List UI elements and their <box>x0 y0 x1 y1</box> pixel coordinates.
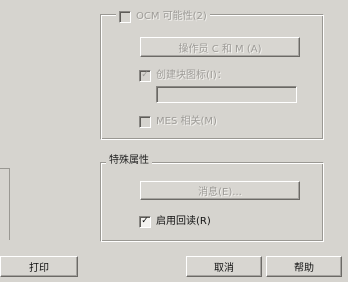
message-button[interactable]: 消息(E)... <box>140 181 300 200</box>
mes-checkbox[interactable] <box>139 116 151 128</box>
create-icon-checkbox[interactable]: ✓ <box>139 70 151 82</box>
mes-row[interactable]: MES 相关(M) <box>139 115 217 129</box>
readback-label: 启用回读(R) <box>156 216 211 227</box>
special-attributes-group <box>100 162 324 242</box>
cancel-button[interactable]: 取消 <box>186 256 262 277</box>
mes-label: MES 相关(M) <box>156 116 217 127</box>
ocm-checkbox-row[interactable]: OCM 可能性(2) <box>116 10 210 24</box>
help-button[interactable]: 帮助 <box>266 256 342 277</box>
icon-name-field[interactable] <box>156 86 297 103</box>
readback-row[interactable]: ✓ 启用回读(R) <box>139 215 211 229</box>
create-icon-row[interactable]: ✓ 创建块图标(I)： <box>139 69 227 83</box>
create-icon-label: 创建块图标(I)： <box>156 70 227 81</box>
readback-checkbox[interactable]: ✓ <box>139 216 151 228</box>
operator-c-m-button[interactable]: 操作员 C 和 M (A) <box>140 37 300 57</box>
ocm-label: OCM 可能性(2) <box>136 11 207 22</box>
ocm-checkbox[interactable] <box>119 11 131 23</box>
left-panel-edge <box>0 168 10 240</box>
special-attributes-title: 特殊属性 <box>106 155 152 167</box>
print-button[interactable]: 打印 <box>0 256 78 277</box>
